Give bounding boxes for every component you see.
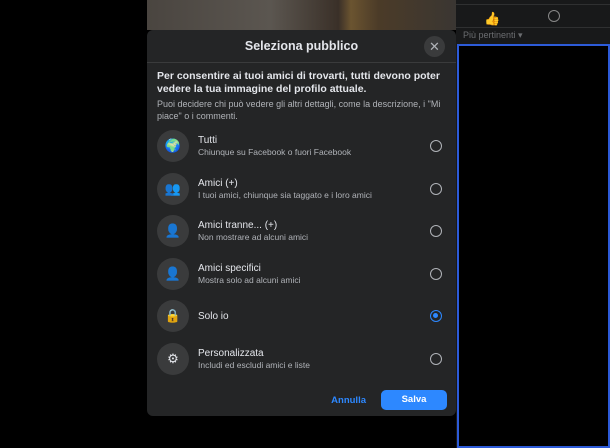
background-photo: [147, 0, 456, 30]
audience-option[interactable]: 🔒 Solo io: [147, 295, 456, 338]
audience-option[interactable]: 👤 Amici specifici Mostra solo ad alcuni …: [147, 253, 456, 296]
audience-option[interactable]: 🌍 Tutti Chiunque su Facebook o fuori Fac…: [147, 125, 456, 168]
globe-icon: 🌍: [157, 130, 189, 163]
option-title: Personalizzata: [198, 347, 264, 359]
option-radio[interactable]: [430, 182, 442, 195]
option-radio[interactable]: [430, 267, 442, 280]
dialog-title: Seleziona pubblico: [244, 39, 359, 53]
option-radio[interactable]: [430, 352, 442, 365]
dialog-header: Seleziona pubblico ✕: [147, 30, 456, 63]
like-icon[interactable]: 👍: [484, 11, 500, 27]
option-title: Amici (+): [198, 177, 238, 189]
option-radio[interactable]: [430, 310, 442, 323]
option-desc: Chiunque su Facebook o fuori Facebook: [198, 147, 352, 158]
intro-text: Per consentire ai tuoi amici di trovarti…: [157, 70, 440, 95]
lock-icon: 🔒: [157, 300, 189, 333]
option-title: Amici specifici: [198, 262, 261, 274]
comments-panel: 👍 Più pertinenti ▾: [456, 0, 610, 448]
gear-icon: ⚙: [157, 342, 189, 375]
comment-area[interactable]: [457, 44, 610, 448]
friends-icon: 👥: [157, 172, 189, 205]
action-bar: 👍: [456, 4, 610, 28]
cancel-button[interactable]: Annulla: [331, 395, 366, 406]
audience-option[interactable]: 👤 Amici tranne... (+) Non mostrare ad al…: [147, 210, 456, 253]
save-button[interactable]: Salva: [381, 390, 447, 410]
close-icon[interactable]: ✕: [424, 36, 445, 57]
option-desc: Includi ed escludi amici e liste: [198, 359, 310, 370]
option-title: Amici tranne... (+): [198, 220, 278, 232]
option-title: Solo io: [198, 310, 229, 322]
audience-option[interactable]: ⚙ Personalizzata Includi ed escludi amic…: [147, 338, 456, 381]
option-radio[interactable]: [430, 225, 442, 238]
sort-dropdown[interactable]: Più pertinenti ▾: [463, 30, 523, 41]
option-desc: I tuoi amici, chiunque sia taggato e i l…: [198, 189, 372, 200]
intro-subtext: Puoi decidere chi può vedere gli altri d…: [157, 99, 441, 121]
option-title: Tutti: [198, 135, 218, 147]
option-desc: Non mostrare ad alcuni amici: [198, 232, 309, 243]
option-radio[interactable]: [430, 140, 442, 153]
option-desc: Mostra solo ad alcuni amici: [198, 274, 301, 285]
audience-dialog: Seleziona pubblico ✕ Per consentire ai t…: [147, 30, 456, 416]
comment-icon[interactable]: [548, 10, 560, 22]
friends-except-icon: 👤: [157, 215, 189, 248]
person-icon: 👤: [157, 257, 189, 290]
audience-option[interactable]: 👥 Amici (+) I tuoi amici, chiunque sia t…: [147, 168, 456, 211]
